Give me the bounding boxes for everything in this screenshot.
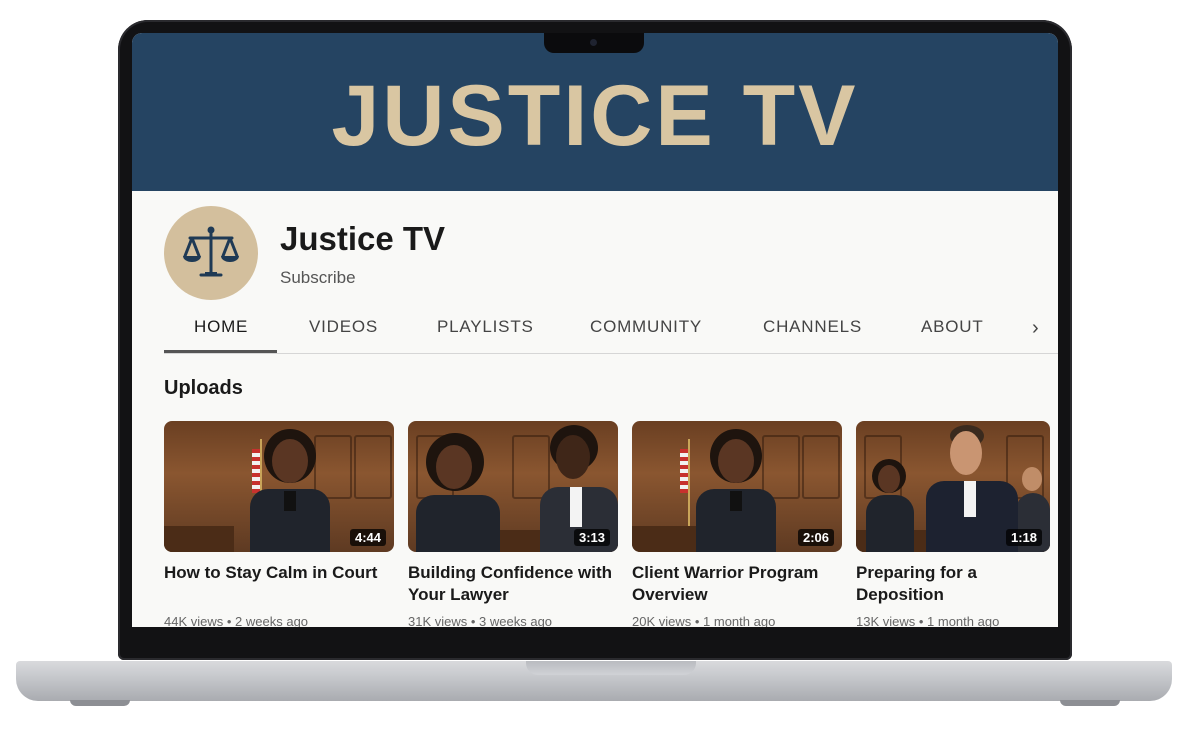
tab-home[interactable]: HOME	[194, 317, 248, 337]
channel-avatar[interactable]	[164, 206, 258, 300]
channel-name: Justice TV	[280, 220, 446, 257]
camera-notch	[544, 33, 644, 53]
uploads-heading: Uploads	[164, 377, 243, 399]
video-thumbnail[interactable]: 3:13	[408, 421, 618, 552]
screen: JUSTICE TV Justice TV Subscribe HOME VID…	[132, 33, 1058, 627]
video-meta: 20K views • 1 month ago	[632, 614, 776, 627]
video-duration: 2:06	[797, 529, 834, 546]
video-card[interactable]: 4:44 How to Stay Calm in Court 44K views…	[164, 421, 394, 627]
video-meta: 31K views • 3 weeks ago	[408, 614, 553, 627]
video-title[interactable]: Client Warrior Program Overview	[632, 562, 842, 608]
video-age: 3 weeks ago	[479, 614, 553, 627]
video-age: 1 month ago	[703, 614, 776, 627]
video-duration: 4:44	[349, 529, 386, 546]
chevron-right-icon[interactable]: ›	[1032, 317, 1039, 340]
laptop-foot	[70, 700, 130, 706]
video-thumbnail[interactable]: 2:06	[632, 421, 842, 552]
base-opening-notch	[526, 661, 696, 675]
laptop-foot	[1060, 700, 1120, 706]
scales-of-justice-icon	[183, 226, 239, 277]
tab-about[interactable]: ABOUT	[921, 317, 984, 337]
video-age: 1 month ago	[927, 614, 1000, 627]
camera-icon	[590, 39, 597, 46]
video-views: 44K views	[164, 614, 224, 627]
video-duration: 1:18	[1005, 529, 1042, 546]
video-views: 20K views	[632, 614, 692, 627]
tab-videos[interactable]: VIDEOS	[309, 317, 378, 337]
video-title[interactable]: Building Confidence with Your Lawyer	[408, 562, 618, 608]
active-tab-indicator	[164, 350, 277, 353]
video-title[interactable]: How to Stay Calm in Court	[164, 562, 394, 608]
video-meta: 13K views • 1 month ago	[856, 614, 1000, 627]
banner-title: JUSTICE TV	[331, 67, 859, 164]
tab-community[interactable]: COMMUNITY	[590, 317, 702, 337]
video-meta: 44K views • 2 weeks ago	[164, 614, 309, 627]
tab-playlists[interactable]: PLAYLISTS	[437, 317, 534, 337]
video-views: 31K views	[408, 614, 468, 627]
video-thumbnail[interactable]: 4:44	[164, 421, 394, 552]
subscribe-button[interactable]: Subscribe	[280, 268, 356, 288]
channel-banner: JUSTICE TV	[132, 33, 1058, 191]
video-title[interactable]: Preparing for a Deposition	[856, 562, 1050, 608]
video-views: 13K views	[856, 614, 916, 627]
laptop-base	[16, 661, 1172, 701]
channel-tabs: HOME VIDEOS PLAYLISTS COMMUNITY CHANNELS…	[164, 311, 1058, 354]
video-thumbnail[interactable]: 1:18	[856, 421, 1050, 552]
video-age: 2 weeks ago	[235, 614, 309, 627]
video-card[interactable]: 2:06 Client Warrior Program Overview 20K…	[632, 421, 842, 627]
video-duration: 3:13	[573, 529, 610, 546]
video-card[interactable]: 1:18 Preparing for a Deposition 13K view…	[856, 421, 1050, 627]
tab-channels[interactable]: CHANNELS	[763, 317, 862, 337]
video-card[interactable]: 3:13 Building Confidence with Your Lawye…	[408, 421, 618, 627]
